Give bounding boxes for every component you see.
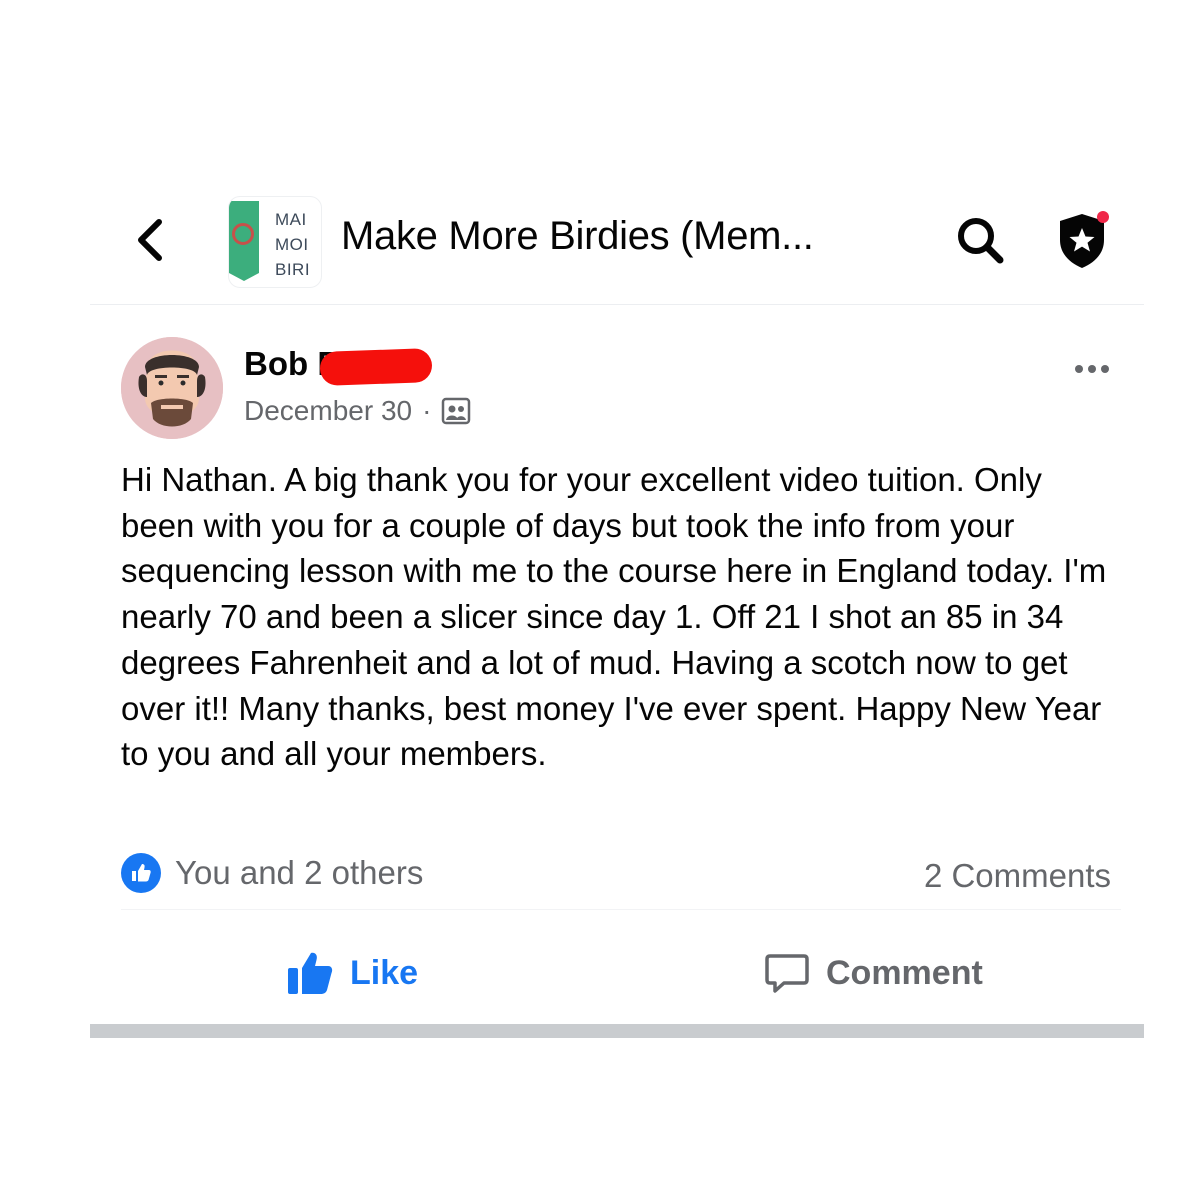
- search-button[interactable]: [950, 212, 1010, 268]
- group-members-icon: [442, 397, 471, 425]
- divider: [121, 909, 1121, 910]
- like-reaction-icon: [121, 853, 161, 893]
- like-button[interactable]: Like: [286, 950, 418, 996]
- comment-button[interactable]: Comment: [764, 950, 983, 996]
- back-button[interactable]: [130, 216, 170, 264]
- post-body: Hi Nathan. A big thank you for your exce…: [121, 461, 1107, 773]
- post-meta: December 30 ·: [244, 395, 471, 427]
- post-bottom-divider: [90, 1024, 1144, 1038]
- reactions-text: You and 2 others: [175, 854, 424, 891]
- comments-count[interactable]: 2 Comments: [924, 857, 1111, 895]
- post-date[interactable]: December 30: [244, 395, 412, 427]
- admin-tools-button[interactable]: [1050, 208, 1114, 272]
- comment-bubble-icon: [765, 954, 809, 993]
- group-logo-ring: [232, 223, 254, 245]
- chevron-left-icon: [138, 219, 162, 261]
- group-avatar[interactable]: MAI MOI BIRI: [228, 196, 322, 288]
- post-options-button[interactable]: [1062, 355, 1122, 383]
- shield-star-icon: [1060, 211, 1109, 268]
- like-label: Like: [350, 953, 419, 992]
- avatar-illustration: [121, 337, 223, 439]
- reactions-summary[interactable]: You and 2 others: [121, 853, 423, 893]
- more-dot: [1075, 365, 1083, 373]
- author-avatar[interactable]: [121, 337, 223, 439]
- more-dot: [1088, 365, 1096, 373]
- notification-dot: [1097, 211, 1109, 223]
- thumbs-up-icon: [288, 952, 333, 994]
- meta-separator: ·: [422, 395, 432, 426]
- group-title[interactable]: Make More Birdies (Mem...: [341, 214, 814, 259]
- page: MAI MOI BIRI Make More Birdies (Mem... B…: [0, 0, 1200, 1200]
- group-header: MAI MOI BIRI Make More Birdies (Mem...: [90, 190, 1144, 305]
- more-dot: [1101, 365, 1109, 373]
- comment-label: Comment: [826, 953, 983, 992]
- group-logo-text: MAI MOI BIRI: [275, 210, 311, 279]
- redaction-mark: [319, 348, 433, 386]
- search-icon: [958, 218, 1004, 264]
